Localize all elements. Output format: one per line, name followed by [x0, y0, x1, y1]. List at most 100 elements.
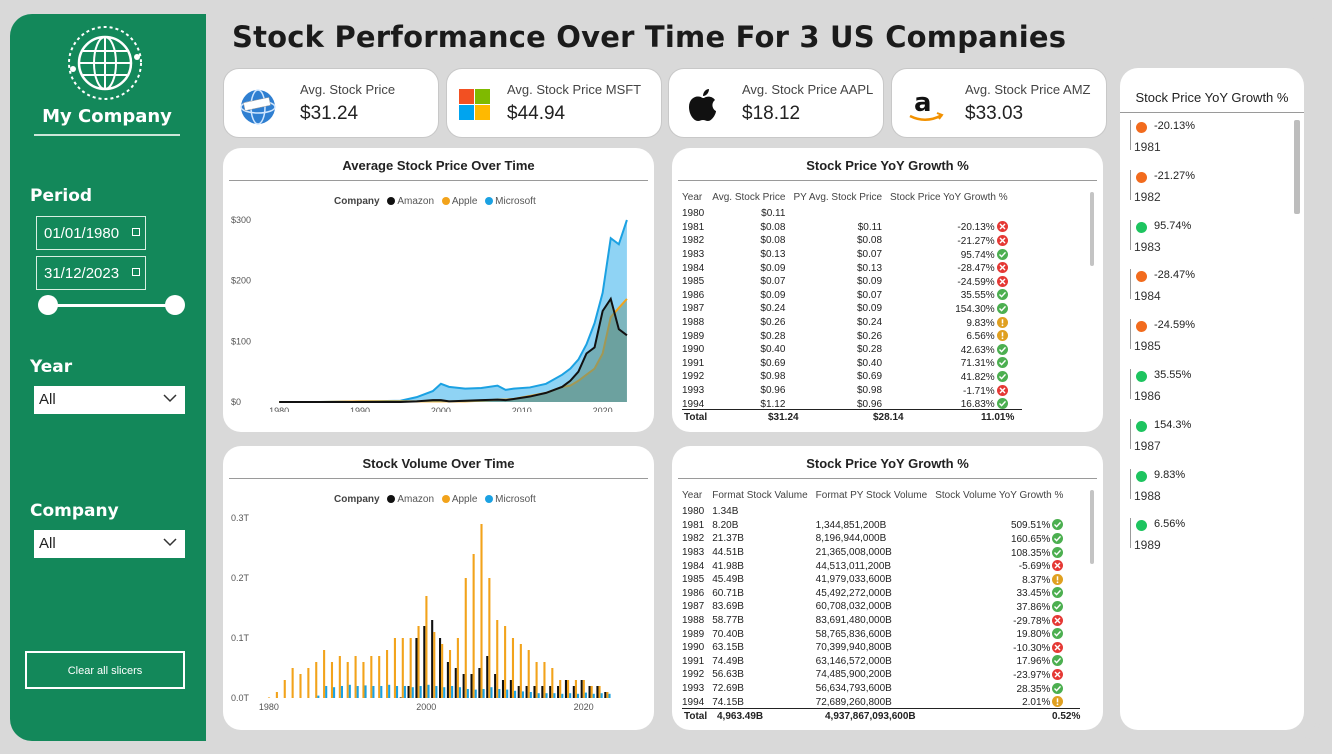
table-row[interactable]: 1980 $0.11 — [678, 207, 1012, 221]
column-header[interactable]: Year — [678, 192, 708, 207]
company-dropdown[interactable]: All — [34, 530, 185, 558]
table-cell: 1991 — [678, 655, 708, 669]
table-row[interactable]: 1993 $0.96 $0.98 -1.71% — [678, 384, 1012, 398]
table-row[interactable]: 1987 83.69B 60,708,032,000B 37.86% — [678, 600, 1067, 614]
table-row[interactable]: 1983 44.51B 21,365,008,000B 108.35% — [678, 546, 1067, 560]
table-scrollbar[interactable] — [1090, 192, 1094, 266]
column-header[interactable]: Format Stock Valume — [708, 490, 811, 505]
table-row[interactable]: 1989 70.40B 58,765,836,600B 19.80% — [678, 627, 1067, 641]
calendar-icon[interactable] — [132, 228, 140, 236]
table-row[interactable]: 1980 1.34B — [678, 505, 1067, 519]
table-cell: 6.56% — [886, 329, 1012, 343]
bar-microsoft — [529, 692, 532, 698]
cell-text: $0.26 — [760, 317, 786, 329]
table-cell — [812, 505, 932, 519]
brand-name: My Company — [42, 106, 172, 127]
bar-apple — [582, 680, 585, 698]
column-header[interactable]: Avg. Stock Price — [708, 192, 789, 207]
table-row[interactable]: 1981 8.20B 1,344,851,200B 509.51% — [678, 519, 1067, 533]
bar-apple — [551, 668, 554, 698]
legend-item: Apple — [451, 494, 478, 505]
item-bar — [1130, 468, 1131, 499]
table-row[interactable]: 1987 $0.24 $0.09 154.30% — [678, 302, 1012, 316]
table-cell: 45,492,272,000B — [812, 587, 932, 601]
price-table-viewport[interactable]: Year Avg. Stock Price PY Avg. Stock Pric… — [678, 192, 1078, 409]
table-row[interactable]: 1981 $0.08 $0.11 -20.13% — [678, 221, 1012, 235]
table-row[interactable]: 1994 $1.12 $0.96 16.83% — [678, 397, 1012, 409]
period-slider-track[interactable] — [46, 304, 176, 307]
clear-all-slicers-button[interactable]: Clear all slicers — [25, 651, 185, 689]
bar-apple — [393, 638, 396, 698]
table-cell: 44.51B — [708, 546, 811, 560]
bar-apple — [425, 596, 428, 698]
table-row[interactable]: 1988 $0.26 $0.24 9.83% — [678, 316, 1012, 330]
volume-chart-card: Stock Volume Over Time Company Amazon Ap… — [223, 446, 654, 730]
column-header[interactable]: PY Avg. Stock Price — [789, 192, 886, 207]
table-row[interactable]: 1993 72.69B 56,634,793,600B 28.35% — [678, 682, 1067, 696]
table-row[interactable]: 1986 $0.09 $0.07 35.55% — [678, 289, 1012, 303]
period-slider-start-handle[interactable] — [38, 295, 58, 315]
end-date-input[interactable]: 31/12/2023 — [36, 256, 146, 290]
table-row[interactable]: 1988 58.77B 83,691,480,000B -29.78% — [678, 614, 1067, 628]
company-label: Company — [30, 501, 119, 521]
table-row[interactable]: 1985 $0.07 $0.09 -24.59% — [678, 275, 1012, 289]
table-row[interactable]: 1992 56.63B 74,485,900,200B -23.97% — [678, 668, 1067, 682]
chevron-down-icon — [163, 394, 177, 403]
table-row[interactable]: 1989 $0.28 $0.26 6.56% — [678, 329, 1012, 343]
column-header[interactable]: Year — [678, 490, 708, 505]
x-tick-label: 1980 — [259, 702, 279, 712]
bar-amazon — [399, 697, 402, 698]
table-row[interactable]: 1984 41.98B 44,513,011,200B -5.69% — [678, 559, 1067, 573]
column-header[interactable]: Stock Price YoY Growth % — [886, 192, 1012, 207]
table-row[interactable]: 1991 $0.69 $0.40 71.31% — [678, 357, 1012, 371]
table-cell: 56.63B — [708, 668, 811, 682]
y-tick-label: $200 — [231, 276, 251, 286]
table-cell: $0.40 — [708, 343, 789, 357]
y-tick-label: $0 — [231, 397, 241, 407]
list-scrollbar[interactable] — [1294, 120, 1300, 214]
cell-text: 1989 — [682, 330, 705, 342]
cell-text: 56.63B — [712, 669, 744, 681]
column-header[interactable]: Stock Volume YoY Growth % — [931, 490, 1067, 505]
table-cell: $0.09 — [708, 289, 789, 303]
table-cell: 1981 — [678, 519, 708, 533]
bar-amazon — [572, 686, 575, 698]
bar-amazon — [478, 668, 481, 698]
year-dropdown[interactable]: All — [34, 386, 185, 414]
cell-text: 1987 — [682, 601, 705, 613]
x-tick-label: 2020 — [593, 406, 613, 412]
table-row[interactable]: 1991 74.49B 63,146,572,000B 17.96% — [678, 655, 1067, 669]
cell-text: 72,689,260,800B — [815, 696, 892, 707]
table-row[interactable]: 1982 $0.08 $0.08 -21.27% — [678, 234, 1012, 248]
bar-microsoft — [592, 693, 595, 698]
table-cell: 74.49B — [708, 655, 811, 669]
table-row[interactable]: 1986 60.71B 45,492,272,000B 33.45% — [678, 587, 1067, 601]
period-slider-end-handle[interactable] — [165, 295, 185, 315]
column-header[interactable]: Format PY Stock Volume — [812, 490, 932, 505]
calendar-icon[interactable] — [132, 268, 140, 276]
volume-table-viewport[interactable]: Year Format Stock Valume Format PY Stock… — [678, 490, 1088, 707]
price-yoy-table: Year Avg. Stock Price PY Avg. Stock Pric… — [678, 192, 1012, 409]
table-row[interactable]: 1994 74.15B 72,689,260,800B 2.01% — [678, 695, 1067, 707]
table-row[interactable]: 1982 21.37B 8,196,944,000B 160.65% — [678, 532, 1067, 546]
table-row[interactable]: 1984 $0.09 $0.13 -28.47% — [678, 261, 1012, 275]
yoy-year: 1987 — [1134, 438, 1161, 453]
table-cell: 42.63% — [886, 343, 1012, 357]
cell-text: -23.97% — [1013, 669, 1051, 681]
bar-apple — [519, 644, 522, 698]
cell-text: 71.31% — [960, 358, 995, 370]
table-cell: -24.59% — [886, 275, 1012, 289]
table-cell: 83,691,480,000B — [812, 614, 932, 628]
start-date-input[interactable]: 01/01/1980 — [36, 216, 146, 250]
table-row[interactable]: 1992 $0.98 $0.69 41.82% — [678, 370, 1012, 384]
table-row[interactable]: 1985 45.49B 41,979,033,600B 8.37% — [678, 573, 1067, 587]
total-value: $31.24 — [768, 412, 799, 423]
table-scrollbar[interactable] — [1090, 490, 1094, 564]
cell-text: 37.86% — [1016, 601, 1051, 613]
cell-text: 56,634,793,600B — [815, 683, 892, 695]
table-cell: $0.07 — [789, 289, 886, 303]
table-row[interactable]: 1983 $0.13 $0.07 95.74% — [678, 248, 1012, 262]
table-row[interactable]: 1990 $0.40 $0.28 42.63% — [678, 343, 1012, 357]
status-dot-icon — [1136, 221, 1147, 233]
table-row[interactable]: 1990 63.15B 70,399,940,800B -10.30% — [678, 641, 1067, 655]
